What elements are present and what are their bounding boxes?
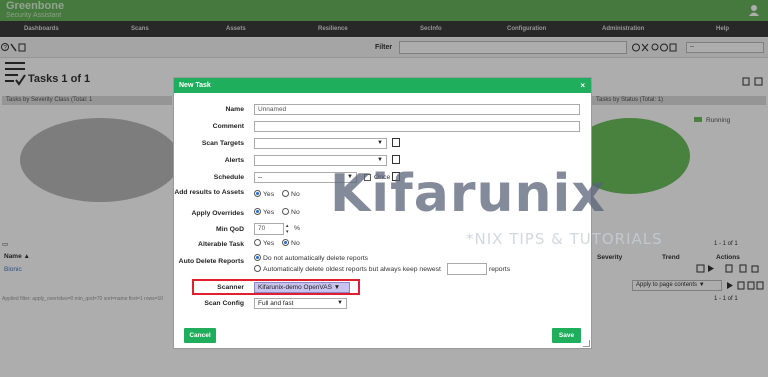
new-alert-icon[interactable] <box>392 155 400 164</box>
chevron-down-icon: ▼ <box>377 140 383 146</box>
scanner-row: Scanner Kifarunix-demo OpenVAS ▼ <box>174 281 593 295</box>
dialog-header: New Task × <box>174 78 591 93</box>
scan-config-row: Scan Config Full and fast ▼ <box>174 297 593 311</box>
scan-config-label: Scan Config <box>204 300 244 307</box>
add-results-yes-radio[interactable] <box>254 190 261 197</box>
stepper-arrows-icon[interactable]: ▴ ▾ <box>286 223 289 235</box>
add-results-no-radio[interactable] <box>282 190 290 197</box>
schedule-value: -- <box>258 174 263 181</box>
min-qod-label: Min QoD <box>216 226 244 233</box>
comment-field[interactable] <box>254 121 580 132</box>
auto-delete-keep-radio[interactable] <box>254 264 261 272</box>
add-results-yes-label: Yes <box>263 191 275 199</box>
apply-overrides-radios: Yes No <box>254 208 306 217</box>
auto-delete-unit: reports <box>488 266 511 274</box>
alterable-yes-radio[interactable] <box>254 239 261 246</box>
apply-overrides-label: Apply Overrides <box>191 210 244 217</box>
scan-config-select[interactable]: Full and fast ▼ <box>254 298 347 309</box>
auto-delete-label: Auto Delete Reports <box>178 258 244 265</box>
auto-delete-row: Auto Delete Reports Do not automatically… <box>174 254 593 277</box>
auto-delete-options: Do not automatically delete reports Auto… <box>254 254 584 276</box>
watermark-tagline: *NIX TIPS & TUTORIALS <box>466 230 663 248</box>
scanner-label: Scanner <box>217 284 244 291</box>
apply-overrides-no-radio[interactable] <box>282 208 290 215</box>
cancel-button[interactable]: Cancel <box>184 328 216 343</box>
min-qod-stepper[interactable]: 70 <box>254 223 284 235</box>
alterable-label: Alterable Task <box>198 241 244 248</box>
alterable-yes-label: Yes <box>263 240 275 248</box>
chevron-down-icon: ▼ <box>337 300 343 306</box>
alterable-no-radio[interactable] <box>282 239 290 246</box>
add-results-no-label: No <box>291 191 300 199</box>
auto-delete-none-radio[interactable] <box>254 254 261 261</box>
name-label: Name <box>225 106 244 113</box>
add-results-label: Add results to Assets <box>174 189 244 196</box>
min-qod-unit: % <box>294 225 301 232</box>
scan-targets-select[interactable]: ▼ <box>254 138 387 149</box>
scan-targets-row: Scan Targets ▼ <box>174 137 593 151</box>
resize-handle[interactable] <box>583 340 590 347</box>
alerts-label: Alerts <box>224 157 244 164</box>
apply-overrides-no-label: No <box>291 209 300 217</box>
name-row: Name Unnamed <box>174 103 593 117</box>
new-target-icon[interactable] <box>392 138 400 147</box>
apply-overrides-yes-radio[interactable] <box>254 208 261 215</box>
name-field[interactable]: Unnamed <box>254 104 580 115</box>
alterable-no-label: No <box>291 240 300 248</box>
comment-label: Comment <box>212 123 244 130</box>
dialog-title: New Task <box>179 82 211 89</box>
watermark-brand: Kifarunix <box>330 164 606 224</box>
schedule-label: Schedule <box>213 174 244 181</box>
alterable-radios: Yes No <box>254 239 306 248</box>
scan-targets-label: Scan Targets <box>201 140 244 147</box>
close-icon[interactable]: × <box>580 78 585 93</box>
add-results-radios: Yes No <box>254 190 306 199</box>
scan-config-value: Full and fast <box>258 300 294 307</box>
auto-delete-keep-field[interactable] <box>446 263 487 276</box>
apply-overrides-yes-label: Yes <box>263 209 275 217</box>
auto-delete-opt2: Automatically delete oldest reports but … <box>263 266 441 274</box>
scanner-select[interactable]: Kifarunix-demo OpenVAS ▼ <box>254 282 350 293</box>
save-button[interactable]: Save <box>552 328 581 343</box>
comment-row: Comment <box>174 120 593 134</box>
auto-delete-opt1: Do not automatically delete reports <box>263 255 369 263</box>
